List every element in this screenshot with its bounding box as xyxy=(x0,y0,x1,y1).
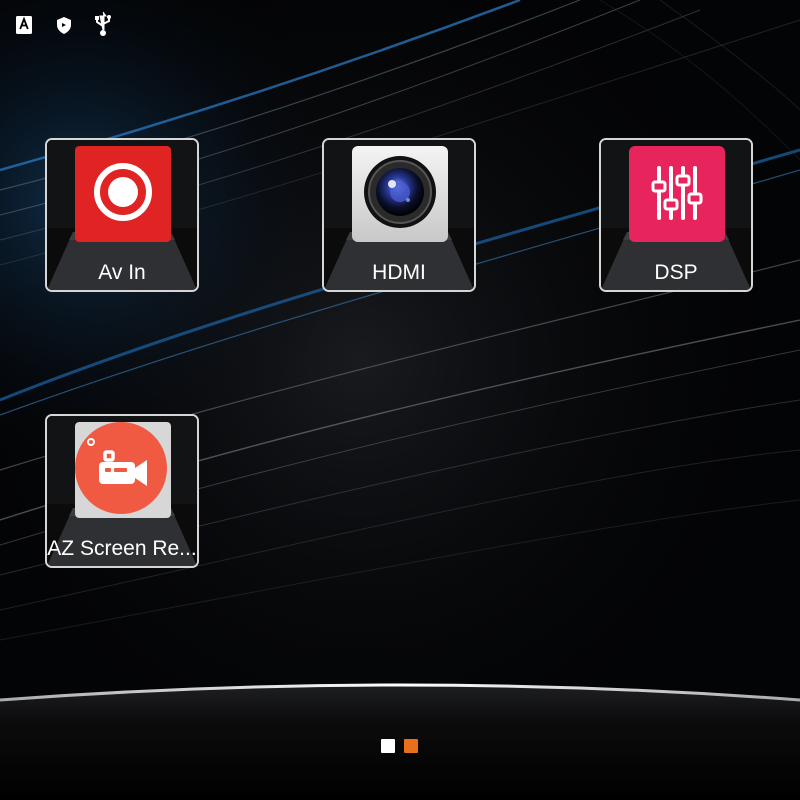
app-label: Av In xyxy=(98,261,146,284)
app-label: HDMI xyxy=(372,261,426,284)
app-az-screen-recorder[interactable]: AZ Screen Re... xyxy=(45,414,199,568)
app-dsp[interactable]: DSP xyxy=(599,138,753,292)
page-indicator-1[interactable] xyxy=(381,739,395,753)
usb-icon xyxy=(95,11,111,36)
app-label: AZ Screen Re... xyxy=(47,537,197,560)
shield-icon xyxy=(57,17,71,34)
app-label: DSP xyxy=(654,261,698,284)
home-screen: Av In HDMI DSP AZ Screen Re... xyxy=(0,0,800,800)
auto-rotate-icon xyxy=(16,16,32,34)
equalizer-icon xyxy=(629,146,725,242)
dock xyxy=(0,683,800,800)
page-indicator-2-active[interactable] xyxy=(404,739,418,753)
camera-lens-icon xyxy=(352,146,448,242)
app-av-in[interactable]: Av In xyxy=(45,138,199,292)
video-camera-icon xyxy=(75,422,171,518)
app-hdmi[interactable]: HDMI xyxy=(322,138,476,292)
record-icon xyxy=(75,146,171,242)
